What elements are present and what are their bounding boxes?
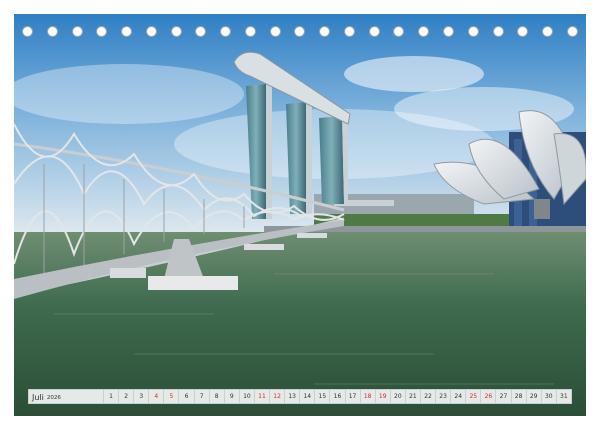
day-cell: 24 [451,389,467,404]
day-cell: 13 [285,389,301,404]
day-cell: 8 [209,389,225,404]
day-cell: 4 [149,389,165,404]
binding-hole [46,26,58,37]
day-cell: 30 [541,389,557,404]
marina-bay-scene [14,14,586,416]
day-cell: 20 [390,389,406,404]
day-cell: 1 [104,389,120,404]
binding-holes [22,26,578,38]
day-cell: 23 [436,389,452,404]
day-cell: 27 [496,389,512,404]
day-cell: 2 [119,389,135,404]
day-cell: 3 [134,389,150,404]
day-cell: 11 [254,389,271,404]
day-cell: 26 [481,389,497,404]
binding-hole [170,26,182,37]
day-cell: 28 [511,389,527,404]
binding-hole [145,26,157,37]
day-cell: 5 [164,389,180,404]
day-cell: 14 [300,389,316,404]
binding-hole [121,26,133,37]
day-cell: 9 [224,389,240,404]
year-label: 2026 [46,395,61,401]
day-cell: 7 [194,389,210,404]
binding-hole [566,26,578,37]
day-cell: 16 [330,389,346,404]
day-cell: 17 [345,389,361,404]
binding-hole [244,26,256,37]
day-cell: 10 [239,389,255,404]
day-cell: 19 [375,389,391,404]
binding-hole [22,26,33,37]
calendar-page: Juli 2026 1 2 3 4 5 6 7 8 9 10 11 12 13 14 15 16 17 18 19 20… [0,0,600,431]
binding-hole [343,26,355,37]
binding-hole [542,26,554,37]
binding-hole [195,26,207,37]
day-cell: 21 [405,389,421,404]
day-cell: 22 [420,389,437,404]
binding-hole [220,26,232,37]
binding-hole [71,26,83,37]
day-cell: 29 [526,389,542,404]
binding-hole [319,26,331,37]
binding-hole [294,26,306,37]
day-cell: 18 [360,389,376,404]
binding-hole [467,26,479,37]
day-cell: 31 [556,389,572,404]
calendar-photo [14,14,586,416]
binding-hole [418,26,430,37]
binding-hole [269,26,281,37]
binding-hole [517,26,529,37]
binding-hole [492,26,504,37]
binding-hole [96,26,108,37]
calendar-strip: Juli 2026 1 2 3 4 5 6 7 8 9 10 11 12 13 14 15 16 17 18 19 20… [28,389,572,404]
day-cell: 15 [315,389,331,404]
binding-hole [443,26,455,37]
day-cell: 6 [179,389,195,404]
binding-hole [368,26,380,37]
month-label: Juli 2026 [28,389,104,404]
binding-hole [393,26,405,37]
day-cell: 12 [270,389,286,404]
day-cells: 1 2 3 4 5 6 7 8 9 10 11 12 13 14 15 16 17 18 19 20 21 22 23 24 2… [104,389,572,404]
day-cell: 25 [466,389,482,404]
